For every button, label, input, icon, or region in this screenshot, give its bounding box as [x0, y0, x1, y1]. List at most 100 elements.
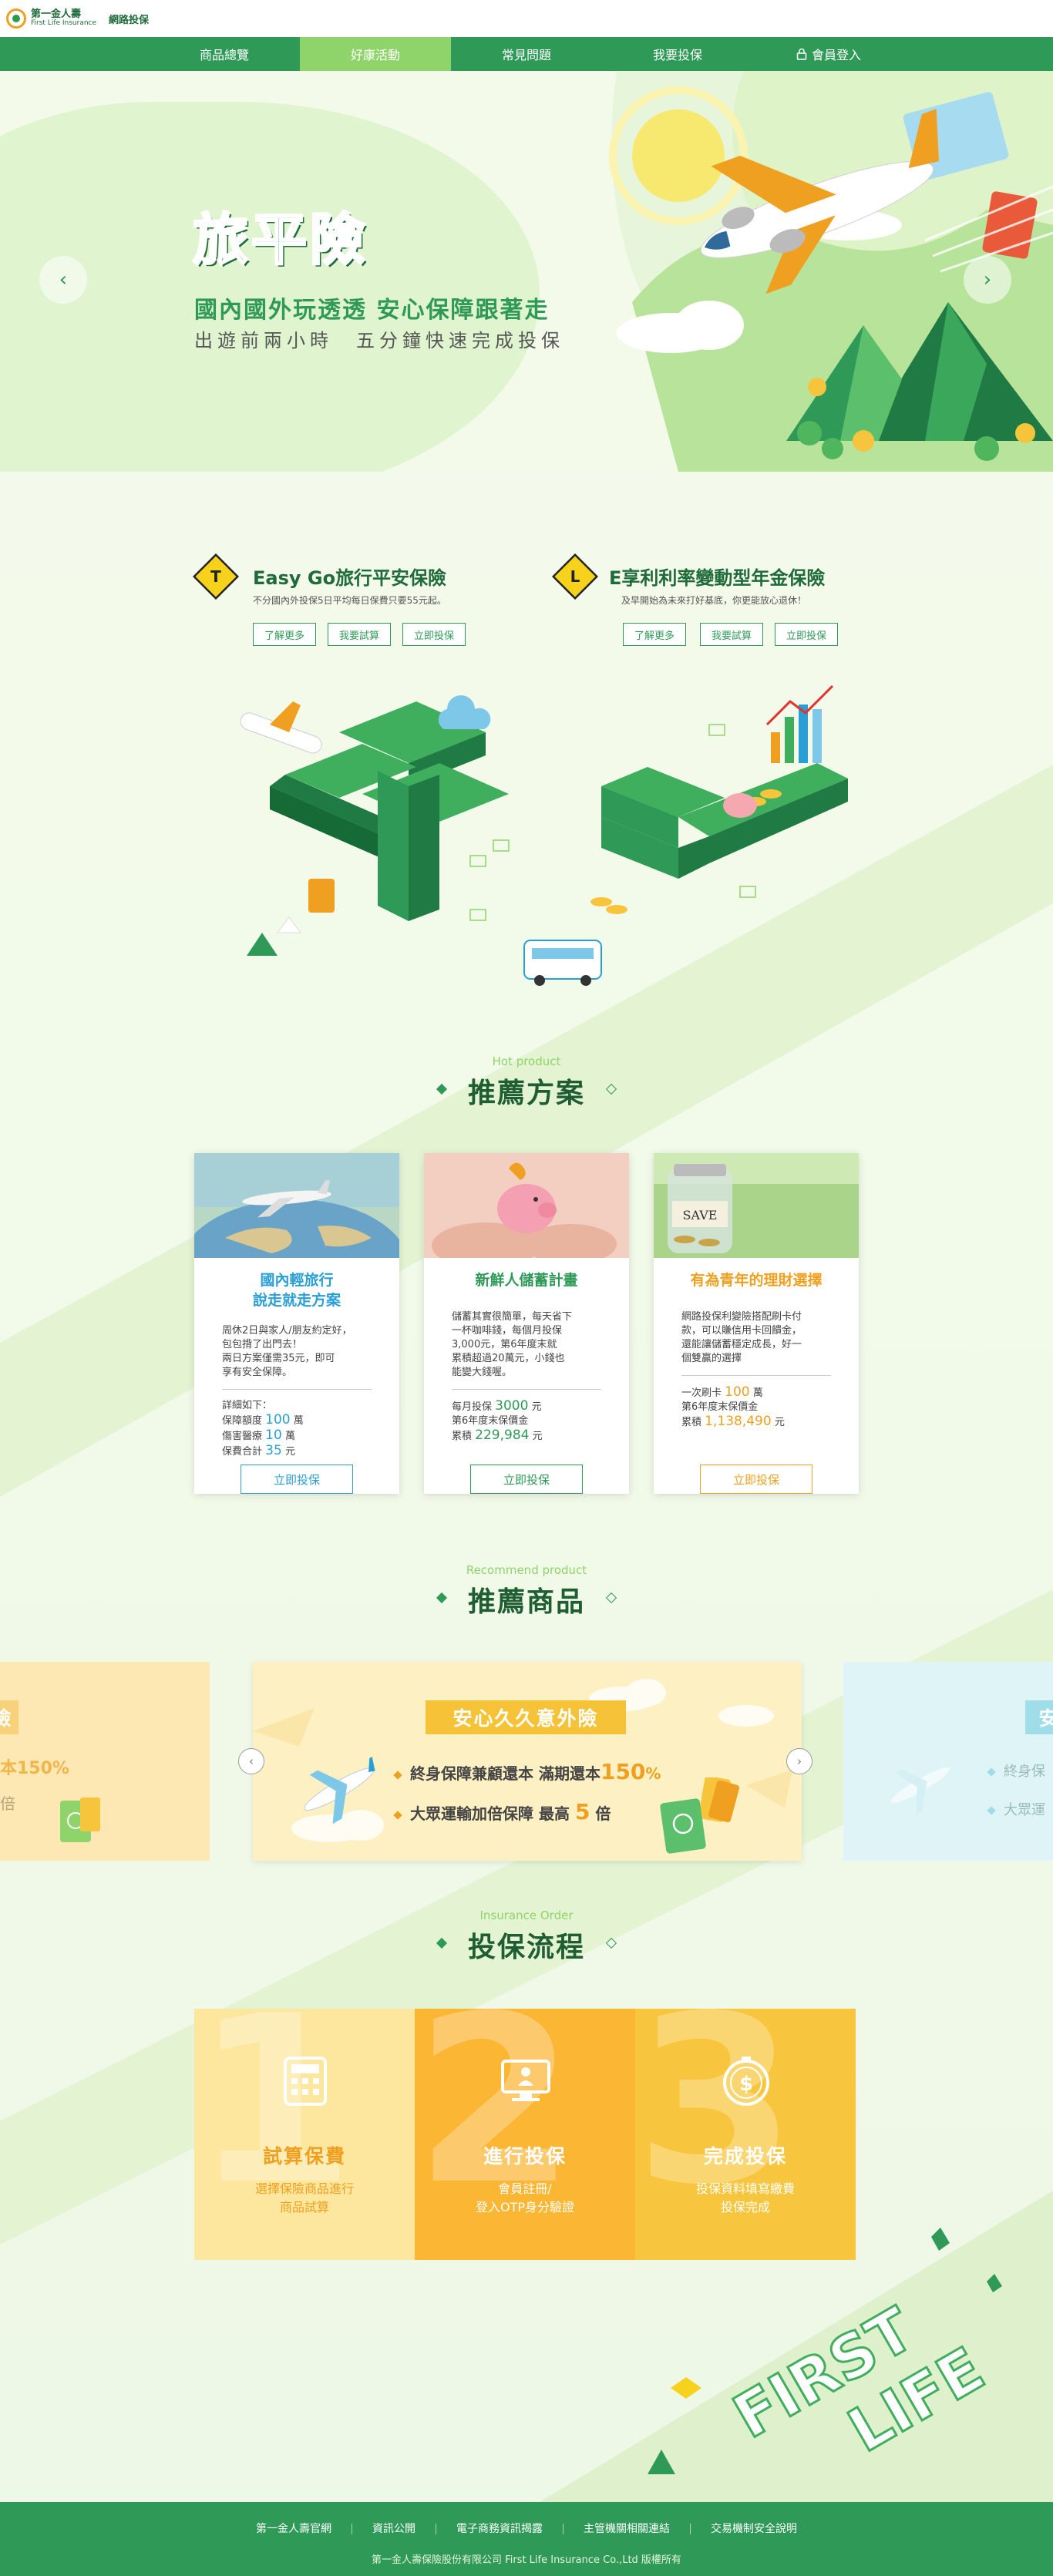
- apply-now-button[interactable]: 立即投保: [470, 1465, 583, 1494]
- plan-card-domestic-trip: 國內輕旅行 說走就走方案 周休2日與家人/朋友約定好， 包包揹了出門去！ 兩日方…: [194, 1153, 399, 1494]
- computer-user-icon: [501, 2060, 550, 2101]
- apply-now-button[interactable]: 立即投保: [700, 1465, 812, 1494]
- hero-prev-button[interactable]: ‹: [39, 256, 87, 304]
- card-text: 能變大錢喔。: [452, 1367, 513, 1378]
- step-title: 進行投保: [483, 2145, 567, 2167]
- footer-link-security[interactable]: 交易機制安全說明: [691, 2524, 817, 2534]
- footer-link-ecommerce-info[interactable]: 電子商務資訊揭露: [436, 2524, 564, 2534]
- annuity-badge-icon: L: [552, 553, 598, 600]
- logo-name-zh: 第一金人壽: [31, 8, 82, 20]
- nav-label: 我要投保: [652, 48, 702, 62]
- carousel-slide-prev[interactable]: 險 本150% 倍: [0, 1662, 210, 1861]
- card-text: 個雙贏的選擇: [681, 1353, 742, 1364]
- nav-label: 常見問題: [501, 48, 551, 62]
- step-apply: 2 進行投保 會員註冊/登入OTP身分驗證: [415, 2009, 635, 2260]
- hero-title: 旅平險: [191, 207, 369, 274]
- nav-item-promotions[interactable]: 好康活動: [300, 37, 451, 71]
- card-stat: 傷害醫療 10 萬: [222, 1428, 295, 1443]
- main-nav: 商品總覽 好康活動 常見問題 我要投保 會員登入: [0, 37, 1053, 71]
- plan-card-youth-finance: SAVE 有為青年的理財選擇 網路投保利變險搭配刷卡付 款，可以賺信用卡回饋金，…: [654, 1153, 859, 1494]
- chevron-left-icon: ‹: [249, 1754, 254, 1768]
- apply-now-button[interactable]: 立即投保: [402, 623, 466, 646]
- card-title-line: 新鮮人儲蓄計畫: [475, 1272, 578, 1289]
- card-divider: [222, 1389, 372, 1390]
- slide-feature-line: 大眾運輸加倍保障 最高 5 倍: [393, 1799, 611, 1824]
- product-desc: 不分國內外投保5日平均每日保費只要55元起。: [253, 595, 446, 606]
- step-desc: 投保資料填寫繳費 投保完成: [695, 2181, 795, 2214]
- badge-letter: T: [210, 567, 221, 586]
- carousel-prev-button[interactable]: ‹: [238, 1748, 264, 1774]
- quote-button[interactable]: 我要試算: [700, 623, 763, 646]
- product-desc: 及早開始為未來打好基底，你更能放心退休！: [621, 595, 807, 606]
- carousel-next-button[interactable]: ›: [786, 1748, 812, 1774]
- card-stat: 每月投保 3000 元: [452, 1398, 542, 1414]
- slide-line: 本150%: [0, 1759, 69, 1778]
- bullet-diamond-icon: [393, 1810, 402, 1820]
- hot-section-title: 推薦方案: [467, 1078, 585, 1109]
- footer: 第一金人壽官網 資訊公開 電子商務資訊揭露 主管機關相關連結 交易機制安全說明 …: [0, 2502, 1053, 2576]
- nav-item-faq[interactable]: 常見問題: [451, 37, 602, 71]
- plan-card-newcomer-savings: 新鮮人儲蓄計畫 儲蓄其實很簡單，每天省下 一杯咖啡錢，每個月投保 3,000元，…: [424, 1153, 629, 1494]
- card-title: 新鮮人儲蓄計畫: [424, 1270, 629, 1290]
- hot-section-en: Hot product: [492, 1054, 561, 1068]
- carousel-slide-accident-insurance[interactable]: 安心久久意外險 終身保障兼顧還本 滿期還本150% 大眾運輸加倍保障 最高 5 …: [253, 1662, 802, 1861]
- apply-now-button[interactable]: 立即投保: [775, 623, 838, 646]
- first-life-decoration: FIRST LIFE: [648, 2228, 1002, 2474]
- save-jar-image: SAVE: [654, 1153, 859, 1258]
- learn-more-button[interactable]: 了解更多: [253, 623, 316, 646]
- quote-button[interactable]: 我要試算: [328, 623, 391, 646]
- page: 第一金人壽 First Life Insurance 網路投保 商品總覽 好康活…: [0, 0, 1053, 2576]
- copyright: 第一金人壽保險股份有限公司 First Life Insurance Co.,L…: [372, 2554, 681, 2566]
- card-stat: 第6年度末保價金: [681, 1401, 759, 1413]
- isometric-t-l-illustration: [240, 684, 848, 986]
- card-body: 周休2日與家人/朋友約定好， 包包揹了出門去！ 兩日方案僅需35元，即可 享有安…: [194, 1310, 399, 1459]
- bullet-diamond-icon: [393, 1770, 402, 1780]
- card-image-save-jar: SAVE: [654, 1153, 859, 1258]
- nav-item-apply[interactable]: 我要投保: [602, 37, 753, 71]
- order-section-en: Insurance Order: [479, 1908, 574, 1922]
- card-image-piggy-bank: [424, 1153, 629, 1258]
- card-stat: 第6年度末保價金: [452, 1415, 529, 1427]
- coin-dollar-icon: $: [723, 2056, 769, 2106]
- svg-text:SAVE: SAVE: [683, 1208, 718, 1222]
- nav-label: 商品總覽: [199, 48, 249, 62]
- footer-links: 第一金人壽官網 資訊公開 電子商務資訊揭露 主管機關相關連結 交易機制安全說明: [0, 2524, 1053, 2534]
- card-title: 有為青年的理財選擇: [654, 1270, 859, 1290]
- apply-now-button[interactable]: 立即投保: [241, 1465, 353, 1494]
- card-text: 享有安全保障。: [222, 1367, 293, 1378]
- card-stat: 累積 1,138,490 元: [681, 1414, 785, 1429]
- slide-ribbon: 安: [1025, 1700, 1053, 1734]
- step-desc: 會員註冊/登入OTP身分驗證: [475, 2181, 575, 2214]
- nav-label: 會員登入: [811, 48, 861, 62]
- chevron-right-icon: ›: [797, 1754, 802, 1768]
- card-stat: 累積 229,984 元: [452, 1428, 543, 1443]
- site-label: 網路投保: [109, 14, 150, 26]
- card-image-globe-plane: [194, 1153, 399, 1258]
- travel-badge-icon: T: [193, 553, 239, 600]
- slide-ribbon: 安心久久意外險: [426, 1700, 626, 1734]
- passport-cards-icon: [660, 1777, 740, 1854]
- carousel-slide-next[interactable]: 安 終身保 大眾運: [843, 1662, 1053, 1861]
- card-text: 還能讓儲蓄穩定成長，好一: [681, 1339, 802, 1350]
- footer-link-disclosure[interactable]: 資訊公開: [352, 2524, 436, 2534]
- nav-item-login[interactable]: 會員登入: [753, 37, 904, 71]
- chevron-right-icon: ›: [983, 268, 992, 291]
- nav-item-products[interactable]: 商品總覽: [149, 37, 300, 71]
- card-text: 儲蓄其實很簡單，每天省下: [452, 1311, 573, 1323]
- learn-more-button[interactable]: 了解更多: [623, 623, 686, 646]
- hero-next-button[interactable]: ›: [964, 256, 1011, 304]
- globe-airplane-image: [194, 1153, 399, 1258]
- hero-tagline: 出遊前兩小時 五分鐘快速完成投保: [194, 330, 564, 351]
- card-text: 3,000元，第6年度末就: [452, 1339, 557, 1350]
- hero-subtitle: 國內國外玩透透 安心保障跟著走: [194, 297, 550, 324]
- card-text: 兩日方案僅需35元，即可: [222, 1353, 335, 1364]
- footer-link-official-site[interactable]: 第一金人壽官網: [236, 2524, 352, 2534]
- step-desc: 選擇保險商品進行 商品試算: [254, 2181, 354, 2214]
- card-text: 累積超過20萬元，小錢也: [452, 1353, 565, 1364]
- card-title-line: 國內輕旅行: [260, 1272, 334, 1289]
- airplane-icon: [304, 1757, 375, 1824]
- slide-line: 倍: [0, 1794, 15, 1813]
- brand-logo[interactable]: 第一金人壽 First Life Insurance: [6, 8, 96, 29]
- footer-link-authorities[interactable]: 主管機關相關連結: [564, 2524, 691, 2534]
- calculator-icon: [284, 2056, 327, 2106]
